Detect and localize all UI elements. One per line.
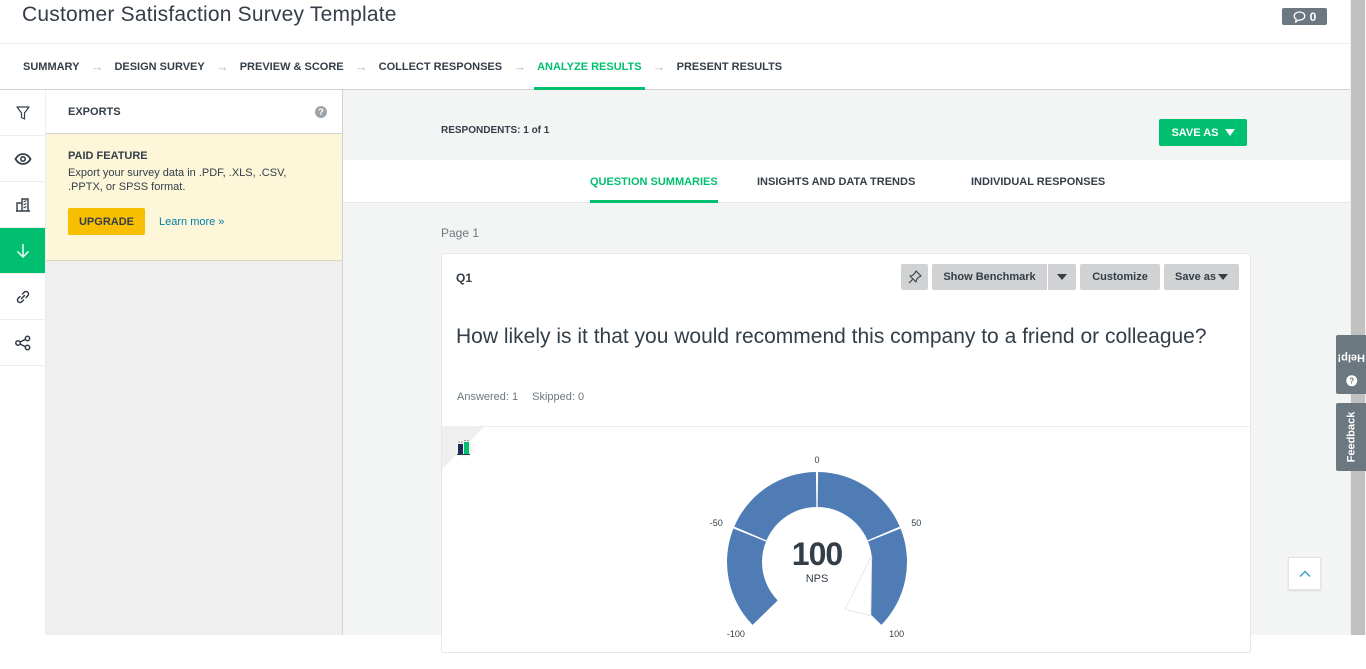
share-icon <box>14 335 30 350</box>
page-scrollbar[interactable] <box>1350 0 1366 635</box>
question-stats: Answered: 1 Skipped: 0 <box>457 391 584 403</box>
scroll-to-top-button[interactable] <box>1288 557 1321 590</box>
gauge-tick-label: 50 <box>911 518 921 528</box>
customize-button[interactable]: Customize <box>1080 264 1160 290</box>
filter-icon <box>15 105 30 120</box>
rail-shared-data-button[interactable] <box>0 274 45 320</box>
rail-compare-button[interactable] <box>0 182 45 228</box>
page-label: Page 1 <box>441 226 480 240</box>
tab-insights-data-trends[interactable]: INSIGHTS AND DATA TRENDS <box>757 160 915 203</box>
caret-down-icon <box>1057 274 1067 280</box>
rail-views-button[interactable] <box>0 136 45 182</box>
exports-header: EXPORTS ? <box>46 90 342 134</box>
eye-icon <box>13 152 32 165</box>
results-tabs: QUESTION SUMMARIES INSIGHTS AND DATA TRE… <box>343 160 1350 203</box>
help-icon[interactable]: ? <box>315 105 327 118</box>
question-save-as-button[interactable]: Save as <box>1164 264 1239 290</box>
gauge-tick-label: 100 <box>889 629 904 639</box>
comments-button[interactable]: 0 <box>1282 8 1327 25</box>
benchmark-split-button: Show Benchmark <box>932 264 1076 290</box>
pin-button[interactable] <box>901 264 928 290</box>
main-content: RESPONDENTS: 1 of 1 SAVE AS QUESTION SUM… <box>343 90 1350 653</box>
feedback-tab-label: Feedback <box>1345 411 1357 463</box>
download-icon <box>16 243 29 258</box>
paid-feature-actions: UPGRADE Learn more » <box>68 208 320 235</box>
arrow-right-icon: → <box>215 59 229 74</box>
upgrade-button[interactable]: UPGRADE <box>68 208 145 235</box>
caret-down-icon <box>1224 129 1235 136</box>
rail-filter-button[interactable] <box>0 90 45 136</box>
card-divider <box>442 426 1250 427</box>
question-save-as-label: Save as <box>1175 271 1216 283</box>
respondents-count: RESPONDENTS: 1 of 1 <box>441 125 550 136</box>
save-as-label: SAVE AS <box>1171 126 1219 139</box>
bar-chart-icon[interactable] <box>454 439 474 457</box>
tab-individual-responses[interactable]: INDIVIDUAL RESPONSES <box>971 160 1105 203</box>
header: Customer Satisfaction Survey Template 0 <box>0 0 1350 44</box>
workflow-nav: SUMMARY → DESIGN SURVEY → PREVIEW & SCOR… <box>0 44 1350 90</box>
nav-step-design-survey[interactable]: DESIGN SURVEY <box>114 44 204 90</box>
nav-step-preview-score[interactable]: PREVIEW & SCORE <box>240 44 344 90</box>
nav-step-present-results[interactable]: PRESENT RESULTS <box>677 44 783 90</box>
question-number: Q1 <box>456 271 473 285</box>
answered-count: Answered: 1 <box>457 391 519 403</box>
gauge-tick-label: -50 <box>710 518 723 528</box>
pin-icon <box>908 270 922 284</box>
speech-bubble-icon <box>1293 10 1306 23</box>
page: Customer Satisfaction Survey Template 0 … <box>0 0 1350 653</box>
arrow-right-icon: → <box>354 59 368 74</box>
save-as-button[interactable]: SAVE AS <box>1159 119 1247 146</box>
arrow-right-icon: → <box>513 59 527 74</box>
rail-share-button[interactable] <box>0 320 45 366</box>
nav-step-analyze-results[interactable]: ANALYZE RESULTS <box>534 44 645 90</box>
question-text: How likely is it that you would recommen… <box>456 325 1207 348</box>
learn-more-link[interactable]: Learn more » <box>159 216 224 228</box>
survey-title: Customer Satisfaction Survey Template <box>22 3 397 26</box>
scrollbar-thumb[interactable] <box>1351 0 1365 635</box>
exports-heading: EXPORTS <box>68 105 121 118</box>
paid-feature-notice: PAID FEATURE Export your survey data in … <box>46 134 342 261</box>
show-benchmark-button[interactable]: Show Benchmark <box>932 264 1047 290</box>
nps-value: 100 <box>792 536 843 572</box>
exports-panel: EXPORTS ? PAID FEATURE Export your surve… <box>46 90 343 635</box>
gauge-tick-label: 0 <box>814 455 819 465</box>
paid-feature-description: Export your survey data in .PDF, .XLS, .… <box>68 167 287 193</box>
link-icon <box>16 290 29 303</box>
nps-unit-label: NPS <box>806 573 829 585</box>
comment-count: 0 <box>1309 9 1317 24</box>
tab-question-summaries[interactable]: QUESTION SUMMARIES <box>590 160 718 203</box>
benchmark-dropdown-button[interactable] <box>1048 264 1076 290</box>
question-card: Q1 Show Benchmark Customize Save as How … <box>441 253 1251 653</box>
question-toolbar: Show Benchmark Customize Save as <box>901 264 1239 290</box>
help-tab[interactable]: ? Help! <box>1336 335 1366 394</box>
tool-rail <box>0 90 46 635</box>
skipped-count: Skipped: 0 <box>532 391 585 403</box>
nav-step-collect-responses[interactable]: COLLECT RESPONSES <box>379 44 502 90</box>
compare-icon <box>15 197 30 212</box>
arrow-right-icon: → <box>652 59 666 74</box>
gauge-tick-label: -100 <box>727 629 745 639</box>
help-tab-label: Help! <box>1337 351 1365 363</box>
nav-step-summary[interactable]: SUMMARY <box>23 44 79 90</box>
rail-exports-button[interactable] <box>0 228 45 274</box>
help-circle-icon: ? <box>1345 374 1357 386</box>
caret-down-icon <box>1217 274 1228 280</box>
paid-feature-title: PAID FEATURE <box>68 150 148 162</box>
arrow-right-icon: → <box>90 59 104 74</box>
feedback-tab[interactable]: Feedback <box>1336 403 1366 471</box>
chevron-up-icon <box>1298 569 1311 577</box>
